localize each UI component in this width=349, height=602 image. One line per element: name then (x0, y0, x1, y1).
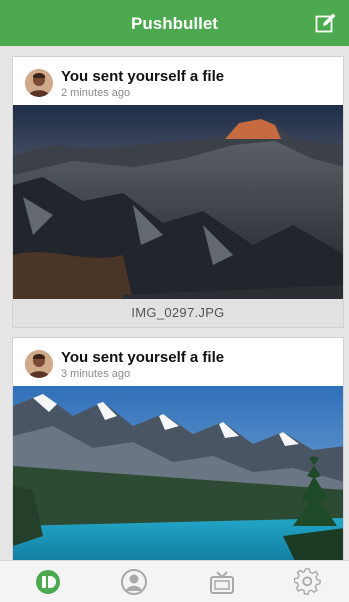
app-title: Pushbullet (131, 14, 218, 33)
settings-icon[interactable] (292, 567, 324, 597)
image-preview[interactable] (13, 386, 343, 560)
tab-bar (0, 560, 349, 602)
file-name: IMG_0297.JPG (13, 299, 343, 327)
push-title: You sent yourself a file (61, 349, 225, 366)
push-card[interactable]: You sent yourself a file 3 minutes ago (12, 337, 344, 560)
image-preview[interactable] (13, 105, 343, 301)
app-header: Pushbullet (0, 0, 349, 46)
push-timestamp: 2 minutes ago (61, 87, 131, 99)
compose-icon[interactable] (315, 12, 337, 34)
push-title: You sent yourself a file (61, 68, 225, 85)
avatar (25, 350, 53, 378)
push-timestamp: 3 minutes ago (61, 368, 131, 380)
avatar (25, 69, 53, 97)
friends-icon[interactable] (118, 567, 150, 597)
push-feed[interactable]: You sent yourself a file 2 minutes ago I… (0, 46, 349, 560)
devices-icon[interactable] (206, 567, 238, 597)
pushes-icon[interactable] (32, 567, 64, 597)
push-card[interactable]: You sent yourself a file 2 minutes ago I… (12, 56, 344, 328)
